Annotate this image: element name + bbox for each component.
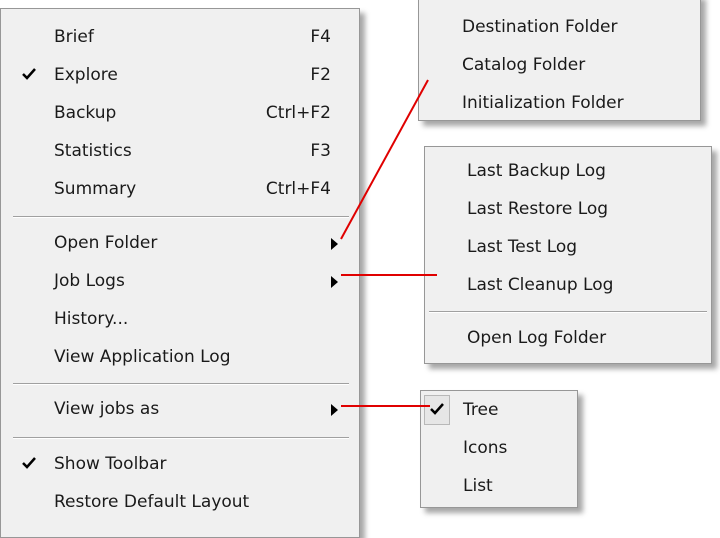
menu-item-icons[interactable]: Icons	[421, 430, 577, 468]
menu-item-label: Last Backup Log	[467, 161, 606, 181]
menu-item-label: Open Folder	[54, 233, 158, 253]
menu-item-label: Show Toolbar	[54, 454, 167, 474]
menu-item-label: Catalog Folder	[462, 55, 586, 75]
submenu-arrow-icon	[331, 404, 338, 416]
main-context-menu: Brief F4 Explore F2 Backup Ctrl+F2 Stati…	[0, 8, 360, 538]
menu-item-explore[interactable]: Explore F2	[1, 57, 359, 95]
menu-item-label: Job Logs	[54, 271, 125, 291]
checkmark-icon	[430, 403, 444, 415]
menu-item-label: Statistics	[54, 141, 132, 161]
menu-item-shortcut: Ctrl+F4	[265, 179, 331, 199]
open-folder-submenu: Destination Folder Catalog Folder Initia…	[418, 0, 701, 121]
menu-item-label: Open Log Folder	[467, 328, 607, 348]
menu-item-last-backup-log[interactable]: Last Backup Log	[425, 153, 711, 191]
menu-item-label: Backup	[54, 103, 117, 123]
menu-item-history[interactable]: History...	[1, 301, 359, 339]
menu-item-label: Summary	[54, 179, 137, 199]
menu-item-open-folder[interactable]: Open Folder	[1, 225, 359, 263]
submenu-arrow-icon	[331, 276, 338, 288]
menu-separator	[13, 383, 349, 385]
menu-item-label: View Application Log	[54, 347, 231, 367]
menu-item-label: Tree	[463, 400, 499, 420]
view-jobs-as-submenu: Tree Icons List	[420, 390, 578, 508]
checkmark-icon	[22, 68, 36, 80]
menu-item-open-log-folder[interactable]: Open Log Folder	[425, 320, 711, 358]
menu-item-destination-folder[interactable]: Destination Folder	[419, 9, 700, 47]
menu-item-view-jobs-as[interactable]: View jobs as	[1, 391, 359, 429]
menu-item-restore-default-layout[interactable]: Restore Default Layout	[1, 484, 359, 522]
submenu-arrow-icon	[331, 238, 338, 250]
menu-item-label: Restore Default Layout	[54, 492, 250, 512]
menu-item-summary[interactable]: Summary Ctrl+F4	[1, 171, 359, 209]
job-logs-submenu: Last Backup Log Last Restore Log Last Te…	[424, 146, 712, 364]
menu-item-label: Brief	[54, 27, 94, 47]
menu-item-shortcut: Ctrl+F2	[265, 103, 331, 123]
menu-item-list[interactable]: List	[421, 468, 577, 506]
menu-item-job-logs[interactable]: Job Logs	[1, 263, 359, 301]
menu-item-label: Icons	[463, 438, 508, 458]
menu-item-label: Explore	[54, 65, 118, 85]
menu-item-last-cleanup-log[interactable]: Last Cleanup Log	[425, 267, 711, 305]
menu-item-brief[interactable]: Brief F4	[1, 19, 359, 57]
menu-item-backup[interactable]: Backup Ctrl+F2	[1, 95, 359, 133]
menu-item-label: Initialization Folder	[462, 93, 624, 113]
checkmark-icon	[22, 457, 36, 469]
menu-item-statistics[interactable]: Statistics F3	[1, 133, 359, 171]
menu-separator	[13, 437, 349, 439]
menu-item-last-test-log[interactable]: Last Test Log	[425, 229, 711, 267]
menu-item-label: List	[463, 476, 493, 496]
menu-item-shortcut: F2	[310, 65, 331, 85]
menu-item-label: View jobs as	[54, 399, 160, 419]
menu-item-tree[interactable]: Tree	[421, 392, 577, 430]
menu-item-label: Destination Folder	[462, 17, 618, 37]
menu-item-label: Last Test Log	[467, 237, 578, 257]
menu-item-shortcut: F4	[310, 27, 331, 47]
menu-item-label: Last Restore Log	[467, 199, 609, 219]
menu-item-last-restore-log[interactable]: Last Restore Log	[425, 191, 711, 229]
menu-item-catalog-folder[interactable]: Catalog Folder	[419, 47, 700, 85]
menu-item-label: Last Cleanup Log	[467, 275, 614, 295]
menu-item-shortcut: F3	[310, 141, 331, 161]
menu-item-label: History...	[54, 309, 129, 329]
menu-item-initialization-folder[interactable]: Initialization Folder	[419, 85, 700, 123]
menu-separator	[13, 216, 349, 218]
menu-item-view-application-log[interactable]: View Application Log	[1, 339, 359, 377]
menu-separator	[429, 311, 707, 313]
menu-item-show-toolbar[interactable]: Show Toolbar	[1, 446, 359, 484]
